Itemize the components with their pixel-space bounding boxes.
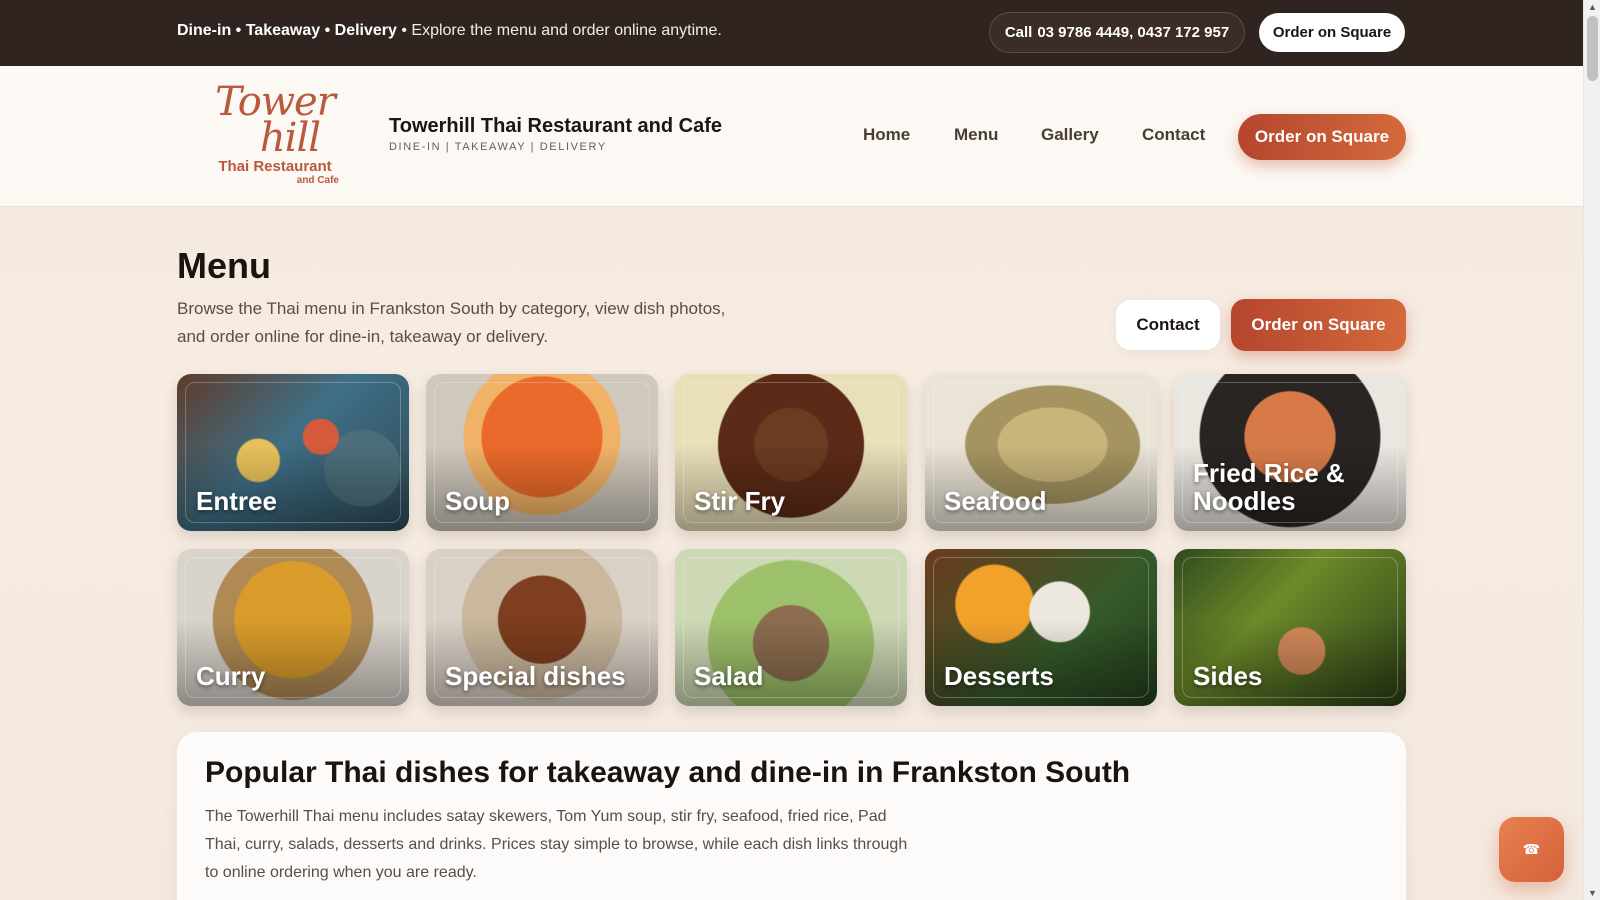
separator: • (231, 22, 246, 39)
separator: • (320, 22, 335, 39)
category-label: Salad (694, 661, 764, 691)
category-tile-stir-fry[interactable]: Stir Fry (675, 374, 907, 531)
menu-order-button[interactable]: Order on Square (1231, 299, 1406, 351)
category-label: Stir Fry (694, 486, 786, 516)
category-tile-desserts[interactable]: Desserts (925, 549, 1157, 706)
scroll-down-arrow-icon[interactable]: ▼ (1588, 888, 1597, 898)
logo-line-hill: hill (259, 115, 321, 161)
popular-dishes-section: Popular Thai dishes for takeaway and din… (177, 732, 1406, 900)
category-label: Soup (445, 486, 510, 516)
header-order-button[interactable]: Order on Square (1238, 114, 1406, 160)
category-tile-soup[interactable]: Soup (426, 374, 658, 531)
call-label: Call (1004, 24, 1033, 41)
call-numbers: 03 9786 4449, 0437 172 957 (1037, 24, 1230, 41)
category-tile-salad[interactable]: Salad (675, 549, 907, 706)
page-scrollbar[interactable]: ▲ ▼ (1583, 0, 1600, 900)
brand-tagline: DINE-IN | TAKEAWAY | DELIVERY (389, 141, 607, 153)
logo-line-restaurant: Thai Restaurant (218, 158, 332, 175)
category-label: Sides (1193, 661, 1263, 691)
category-label: Curry (196, 661, 266, 691)
category-label: Seafood (944, 486, 1047, 516)
service-dinein: Dine-in (177, 22, 232, 39)
top-bar-tagline: • Explore the menu and order online anyt… (396, 22, 722, 39)
phone-icon: ☎ (1522, 841, 1541, 857)
category-tile-seafood[interactable]: Seafood (925, 374, 1157, 531)
category-tile-special-dishes[interactable]: Special dishes (426, 549, 658, 706)
contact-button[interactable]: Contact (1116, 300, 1220, 350)
category-tile-curry[interactable]: Curry (177, 549, 409, 706)
service-takeaway: Takeaway (245, 22, 321, 39)
brand-name[interactable]: Towerhill Thai Restaurant and Cafe (389, 115, 722, 138)
brand-logo[interactable]: Tower hill Thai Restaurant and Cafe (205, 82, 345, 192)
top-order-button[interactable]: Order on Square (1259, 13, 1405, 52)
nav-gallery[interactable]: Gallery (1041, 125, 1099, 145)
top-bar: Dine-in • Takeaway • Delivery • Explore … (0, 0, 1583, 66)
nav-menu[interactable]: Menu (954, 125, 998, 145)
page-title: Menu (177, 245, 271, 286)
popular-body: The Towerhill Thai menu includes satay s… (205, 808, 908, 881)
call-button[interactable]: Call 03 9786 4449, 0437 172 957 (989, 12, 1245, 53)
nav-home[interactable]: Home (863, 125, 910, 145)
category-tile-sides[interactable]: Sides (1174, 549, 1406, 706)
category-label: Desserts (944, 661, 1054, 691)
scrollbar-thumb[interactable] (1587, 16, 1598, 81)
site-header: Tower hill Thai Restaurant and Cafe Towe… (0, 66, 1583, 207)
category-label: Fried Rice & Noodles (1193, 458, 1345, 516)
popular-heading: Popular Thai dishes for takeaway and din… (205, 756, 1131, 789)
category-label: Entree (196, 486, 277, 516)
category-label: Special dishes (445, 661, 626, 691)
scroll-up-arrow-icon[interactable]: ▲ (1588, 2, 1597, 12)
category-tile-entree[interactable]: Entree (177, 374, 409, 531)
menu-intro: Browse the Thai menu in Frankston South … (177, 299, 726, 346)
top-bar-message: Dine-in • Takeaway • Delivery • Explore … (177, 22, 722, 40)
logo-line-cafe: and Cafe (296, 175, 339, 186)
service-delivery: Delivery (334, 22, 397, 39)
floating-call-button[interactable]: ☎ (1499, 817, 1564, 882)
nav-contact[interactable]: Contact (1142, 125, 1205, 145)
category-tile-fried-rice-noodles[interactable]: Fried Rice & Noodles (1174, 374, 1406, 531)
